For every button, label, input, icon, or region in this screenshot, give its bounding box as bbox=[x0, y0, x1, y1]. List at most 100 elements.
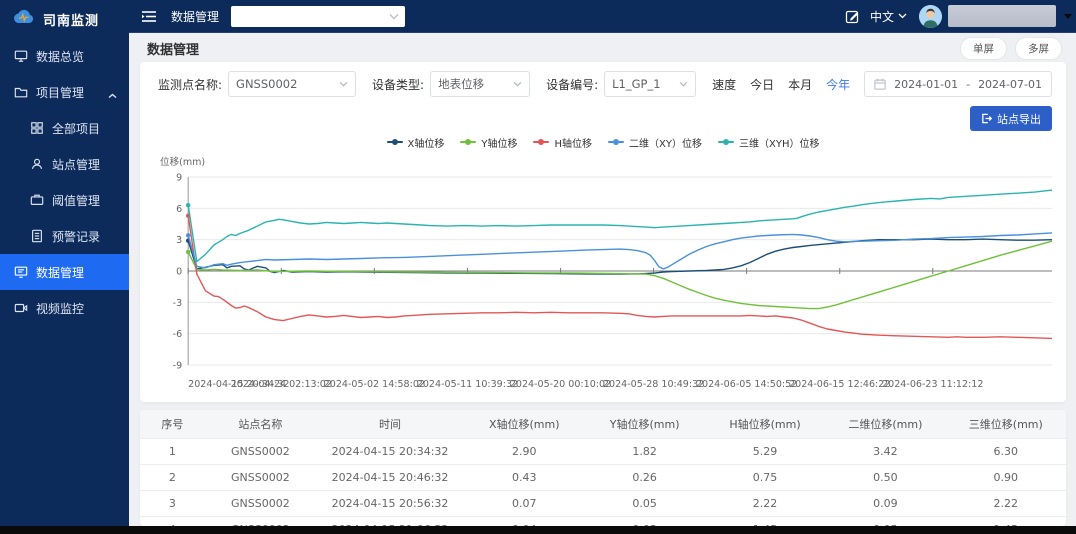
app-window: 司南监测 数据总览项目管理全部项目站点管理阈值管理预警记录数据管理视频监控 数据… bbox=[0, 0, 1076, 534]
device-type-select[interactable]: 地表位移 bbox=[430, 71, 530, 97]
x-tick-label: 2024-06-23 11:12:12 bbox=[882, 379, 983, 390]
sidebar-item-6[interactable]: 数据管理 bbox=[0, 254, 129, 290]
page-title: 数据管理 bbox=[147, 39, 199, 58]
device-no-label: 设备编号: bbox=[546, 76, 598, 93]
sidebar-item-4[interactable]: 阈值管理 bbox=[0, 182, 129, 218]
table-header-cell: 二维位移(mm) bbox=[825, 410, 945, 439]
table-cell: GNSS0002 bbox=[205, 465, 316, 491]
collapse-menu-icon[interactable] bbox=[141, 10, 157, 23]
user-avatar[interactable] bbox=[919, 5, 942, 28]
table-cell: 0.26 bbox=[584, 465, 704, 491]
sidebar-item-3[interactable]: 站点管理 bbox=[0, 146, 129, 182]
screen-mode-button-1[interactable]: 多屏 bbox=[1015, 37, 1062, 60]
table-header-cell: 站点名称 bbox=[205, 410, 316, 439]
table-card: 序号站点名称时间X轴位移(mm)Y轴位移(mm)H轴位移(mm)二维位移(mm)… bbox=[140, 410, 1066, 526]
data-icon bbox=[14, 265, 28, 279]
table-row-1[interactable]: 2GNSS00022024-04-15 20:46:320.430.260.75… bbox=[140, 465, 1066, 491]
chevron-down-icon bbox=[898, 13, 907, 19]
monitor-point-value: GNSS0002 bbox=[236, 77, 297, 91]
table-cell: 2024-04-15 20:56:32 bbox=[316, 491, 464, 517]
screen-mode-button-0[interactable]: 单屏 bbox=[960, 37, 1007, 60]
table-cell: 0.75 bbox=[705, 465, 825, 491]
table-cell: 6.30 bbox=[946, 439, 1066, 465]
table-cell: 0.09 bbox=[825, 491, 945, 517]
x-tick-label: 2024-05-20 00:10:02 bbox=[510, 379, 611, 390]
device-no-select[interactable]: L1_GP_1 bbox=[604, 71, 696, 97]
caret-down-icon[interactable] bbox=[1064, 14, 1072, 19]
table-cell: 0.07 bbox=[464, 491, 584, 517]
legend-label: H轴位移 bbox=[554, 135, 592, 150]
sidebar-item-7[interactable]: 视频监控 bbox=[0, 290, 129, 326]
table-row-3[interactable]: 4GNSS00022024-04-15 21:06:320.040.031.45… bbox=[140, 517, 1066, 527]
legend-item-4[interactable]: 三维（XYH）位移 bbox=[718, 135, 819, 150]
date-end: 2024-07-01 bbox=[978, 78, 1042, 91]
y-tick-label: 6 bbox=[176, 204, 182, 215]
table-cell: 1 bbox=[140, 439, 205, 465]
chevron-down-icon bbox=[389, 13, 399, 20]
username-redacted[interactable] bbox=[948, 5, 1056, 27]
sidebar-item-label: 数据总览 bbox=[36, 48, 84, 65]
date-start: 2024-01-01 bbox=[894, 78, 958, 91]
briefcase-icon bbox=[30, 193, 44, 207]
sidebar-item-1[interactable]: 项目管理 bbox=[0, 74, 129, 110]
table-cell: 0.05 bbox=[825, 517, 945, 527]
quick-range-2[interactable]: 今年 bbox=[826, 76, 850, 93]
table-header-cell: 序号 bbox=[140, 410, 205, 439]
table-cell: 2 bbox=[140, 465, 205, 491]
y-tick-label: -3 bbox=[173, 298, 183, 309]
y-tick-label: 3 bbox=[176, 235, 182, 246]
legend-item-3[interactable]: 二维（XY）位移 bbox=[608, 135, 702, 150]
y-tick-label: -9 bbox=[173, 361, 183, 372]
app-title: 司南监测 bbox=[43, 10, 99, 29]
quick-range-0[interactable]: 今日 bbox=[750, 76, 774, 93]
monitor-icon bbox=[14, 49, 28, 63]
legend-label: X轴位移 bbox=[408, 135, 445, 150]
filter-row: 监测点名称: GNSS0002 设备类型: 地表位移 设备编号: L1_GP_1… bbox=[140, 62, 1066, 97]
legend-item-1[interactable]: Y轴位移 bbox=[460, 135, 517, 150]
edit-icon[interactable] bbox=[845, 9, 860, 24]
legend-label: Y轴位移 bbox=[481, 135, 517, 150]
sidebar-item-label: 视频监控 bbox=[36, 300, 84, 317]
sidebar-item-2[interactable]: 全部项目 bbox=[0, 110, 129, 146]
top-header: 数据管理 中文 bbox=[129, 0, 1076, 32]
table-cell: 0.50 bbox=[825, 465, 945, 491]
sidebar: 司南监测 数据总览项目管理全部项目站点管理阈值管理预警记录数据管理视频监控 bbox=[0, 0, 129, 526]
sidebar-item-5[interactable]: 预警记录 bbox=[0, 218, 129, 254]
data-table: 序号站点名称时间X轴位移(mm)Y轴位移(mm)H轴位移(mm)二维位移(mm)… bbox=[140, 410, 1066, 526]
legend-marker bbox=[718, 141, 734, 143]
table-cell: 2.90 bbox=[464, 439, 584, 465]
table-row-0[interactable]: 1GNSS00022024-04-15 20:34:322.901.825.29… bbox=[140, 439, 1066, 465]
table-row-2[interactable]: 3GNSS00022024-04-15 20:56:320.070.052.22… bbox=[140, 491, 1066, 517]
station-export-button[interactable]: 站点导出 bbox=[970, 106, 1052, 131]
language-switcher[interactable]: 中文 bbox=[870, 8, 907, 25]
quick-range-group: 今日本月今年 bbox=[750, 76, 850, 93]
legend-marker bbox=[608, 141, 624, 143]
legend-item-0[interactable]: X轴位移 bbox=[387, 135, 445, 150]
app-logo: 司南监测 bbox=[0, 0, 129, 38]
quick-range-1[interactable]: 本月 bbox=[788, 76, 812, 93]
sidebar-item-0[interactable]: 数据总览 bbox=[0, 38, 129, 74]
table-cell: 0.05 bbox=[584, 491, 704, 517]
series-line bbox=[188, 216, 1052, 339]
monitor-point-select[interactable]: GNSS0002 bbox=[228, 71, 356, 97]
table-cell: 5.29 bbox=[705, 439, 825, 465]
chevron-up-icon bbox=[108, 88, 117, 102]
screen-mode-buttons: 单屏多屏 bbox=[960, 37, 1062, 60]
device-type-label: 设备类型: bbox=[372, 76, 424, 93]
table-cell: 2.22 bbox=[946, 491, 1066, 517]
legend-marker bbox=[387, 141, 403, 143]
x-tick-label: 2024-04-24 02:13:02 bbox=[231, 379, 332, 390]
table-cell: 0.04 bbox=[464, 517, 584, 527]
y-tick-label: 9 bbox=[176, 173, 182, 184]
table-cell: GNSS0002 bbox=[205, 439, 316, 465]
chevron-down-icon bbox=[339, 81, 348, 87]
date-range-picker[interactable]: 2024-01-01 - 2024-07-01 bbox=[864, 71, 1052, 97]
x-tick-label: 2024-06-05 14:50:52 bbox=[696, 379, 797, 390]
legend-item-2[interactable]: H轴位移 bbox=[533, 135, 592, 150]
topbar-project-select[interactable] bbox=[231, 6, 405, 27]
displacement-chart[interactable]: 位移(mm)9630-3-6-92024-04-15 20:34:322024-… bbox=[140, 151, 1066, 407]
table-cell: 1.45 bbox=[705, 517, 825, 527]
y-tick-label: 0 bbox=[176, 267, 182, 278]
sidebar-item-label: 项目管理 bbox=[36, 84, 84, 101]
sidebar-item-label: 数据管理 bbox=[36, 264, 84, 281]
